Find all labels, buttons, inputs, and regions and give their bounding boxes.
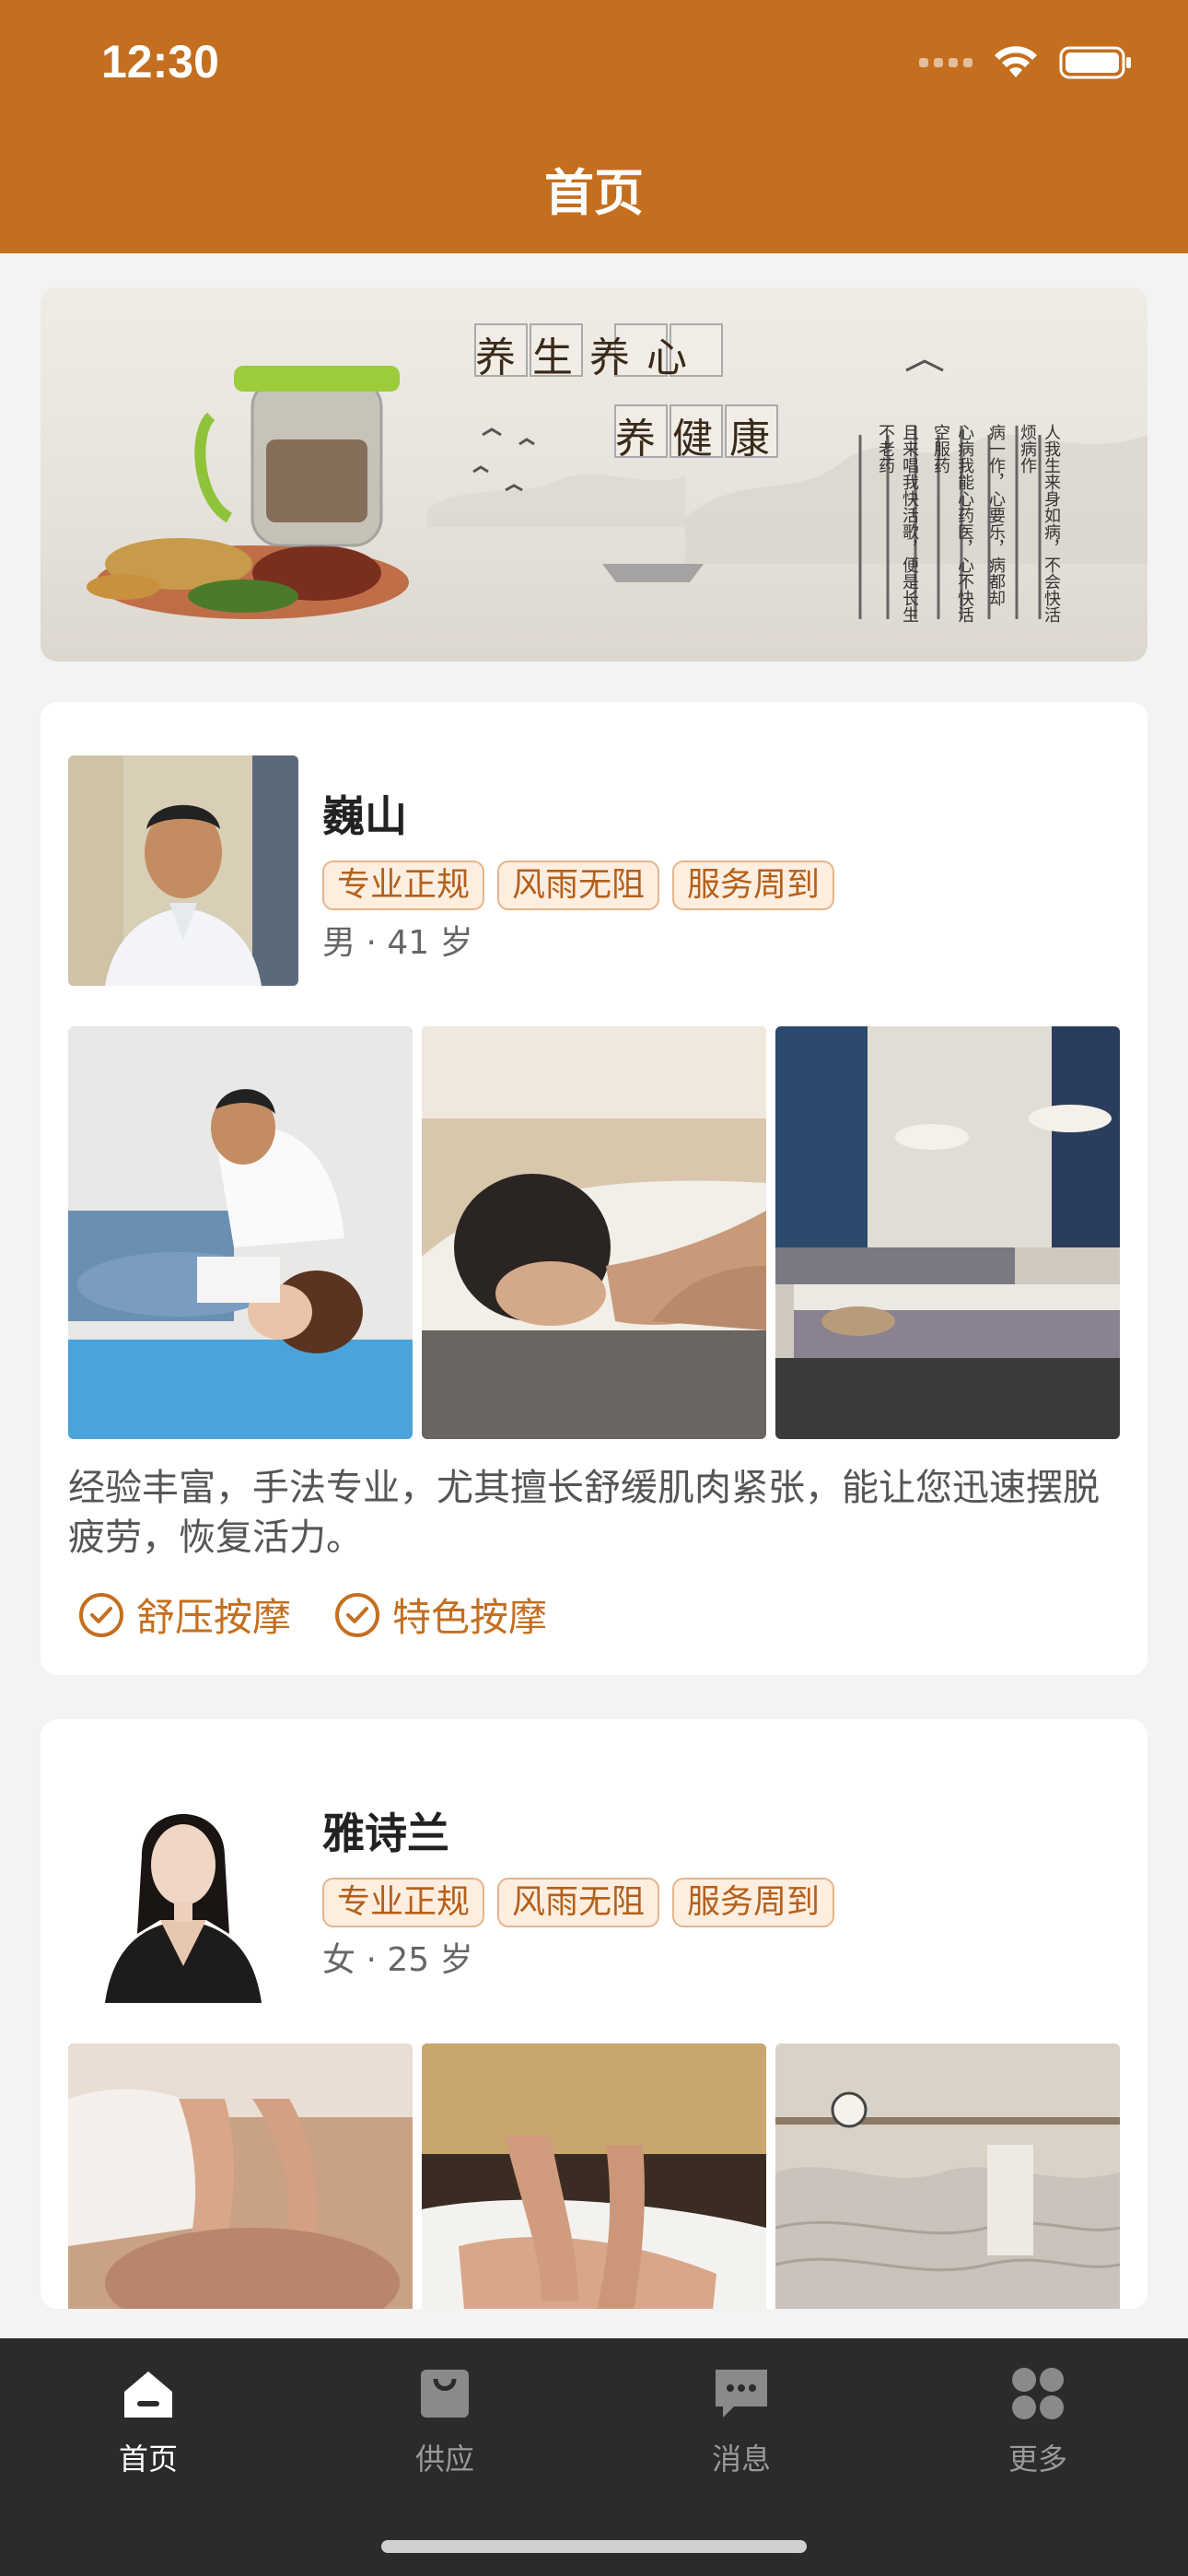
battery-icon — [1059, 46, 1131, 79]
gallery-photo[interactable] — [68, 1026, 413, 1439]
cellular-signal-icon — [919, 58, 973, 67]
therapist-meta: 男 · 41 岁 — [322, 924, 473, 962]
therapist-description: 经验丰富，手法专业，尤其擅长舒缓肌肉紧张，能让您迅速摆脱疲劳，恢复活力。 — [68, 1467, 1100, 1559]
status-time: 12:30 — [101, 36, 219, 88]
tab-label: 更多 — [1007, 2441, 1067, 2476]
header: 12:30 首页 — [0, 0, 1188, 253]
home-indicator — [381, 2540, 807, 2553]
therapist-name: 雅诗兰 — [322, 1809, 449, 1858]
tab-messages[interactable]: 消息 — [649, 2364, 833, 2478]
service-item[interactable]: 舒压按摩 — [79, 1587, 291, 1643]
tag: 风雨无阻 — [497, 1878, 660, 1927]
banner-headline-1: 养生养心 — [475, 334, 704, 381]
tag: 专业正规 — [322, 861, 485, 910]
gallery-photo[interactable] — [775, 2043, 1120, 2309]
service-label: 特色按摩 — [392, 1595, 548, 1640]
photo-gallery — [68, 1026, 1120, 1439]
therapist-avatar[interactable] — [68, 755, 298, 986]
therapist-meta: 女 · 25 岁 — [322, 1941, 473, 1979]
tab-label: 供应 — [414, 2441, 474, 2476]
tag: 专业正规 — [322, 1878, 485, 1927]
gallery-photo[interactable] — [422, 2043, 766, 2309]
page-title: 首页 — [544, 164, 644, 222]
service-label: 舒压按摩 — [136, 1595, 292, 1640]
service-item[interactable]: 特色按摩 — [335, 1587, 547, 1643]
gallery-photo[interactable] — [775, 1026, 1120, 1439]
tag-list: 专业正规 风雨无阻 服务周到 — [322, 1878, 835, 1927]
wifi-icon — [995, 46, 1037, 77]
status-icons — [919, 41, 1133, 85]
tab-home[interactable]: 首页 — [56, 2364, 240, 2478]
check-circle-icon — [79, 1592, 123, 1637]
tag-list: 专业正规 风雨无阻 服务周到 — [322, 861, 835, 910]
tab-label: 首页 — [118, 2441, 178, 2476]
check-circle-icon — [335, 1592, 380, 1637]
gallery-photo[interactable] — [68, 2043, 413, 2309]
service-list: 舒压按摩 特色按摩 — [79, 1587, 547, 1643]
tab-more[interactable]: 更多 — [946, 2364, 1130, 2478]
tag: 服务周到 — [672, 861, 835, 910]
bag-icon — [421, 2370, 469, 2418]
poem-line: 病一作，心要乐，病都却 — [986, 424, 1006, 606]
banner-poem: 人我生来身如病，不会快活烦病作 病一作，心要乐，病都却 心病我能心药医，心不快活… — [842, 424, 1063, 636]
therapist-card[interactable]: 巍山 专业正规 风雨无阻 服务周到 男 · 41 岁 经验丰富，手法专业，尤其擅… — [41, 702, 1147, 1675]
tag: 风雨无阻 — [497, 861, 660, 910]
banner[interactable]: 养生养心 养健康 人我生来身如病，不会快活烦病作 病一作，心要乐，病都却 心病我… — [41, 287, 1147, 662]
grid-icon — [1012, 2368, 1064, 2419]
gallery-photo[interactable] — [422, 1026, 766, 1439]
poem-line: 人我生来身如病，不会快活烦病作 — [1018, 424, 1061, 623]
photo-gallery — [68, 2043, 1120, 2309]
therapist-name: 巍山 — [322, 791, 407, 841]
therapist-card[interactable]: 雅诗兰 专业正规 风雨无阻 服务周到 女 · 25 岁 — [41, 1719, 1147, 2309]
banner-headline-2: 养健康 — [615, 416, 786, 463]
poem-line: 心病我能心药医，心不快活空服药 — [931, 424, 974, 623]
message-icon — [716, 2370, 767, 2418]
home-icon — [124, 2371, 172, 2418]
therapist-avatar[interactable] — [68, 1773, 298, 2003]
poem-line: 且来唱我快活歌，便是长生不老药 — [876, 424, 919, 623]
tag: 服务周到 — [672, 1878, 835, 1927]
tab-label: 消息 — [711, 2441, 771, 2476]
tab-supply[interactable]: 供应 — [353, 2364, 537, 2478]
